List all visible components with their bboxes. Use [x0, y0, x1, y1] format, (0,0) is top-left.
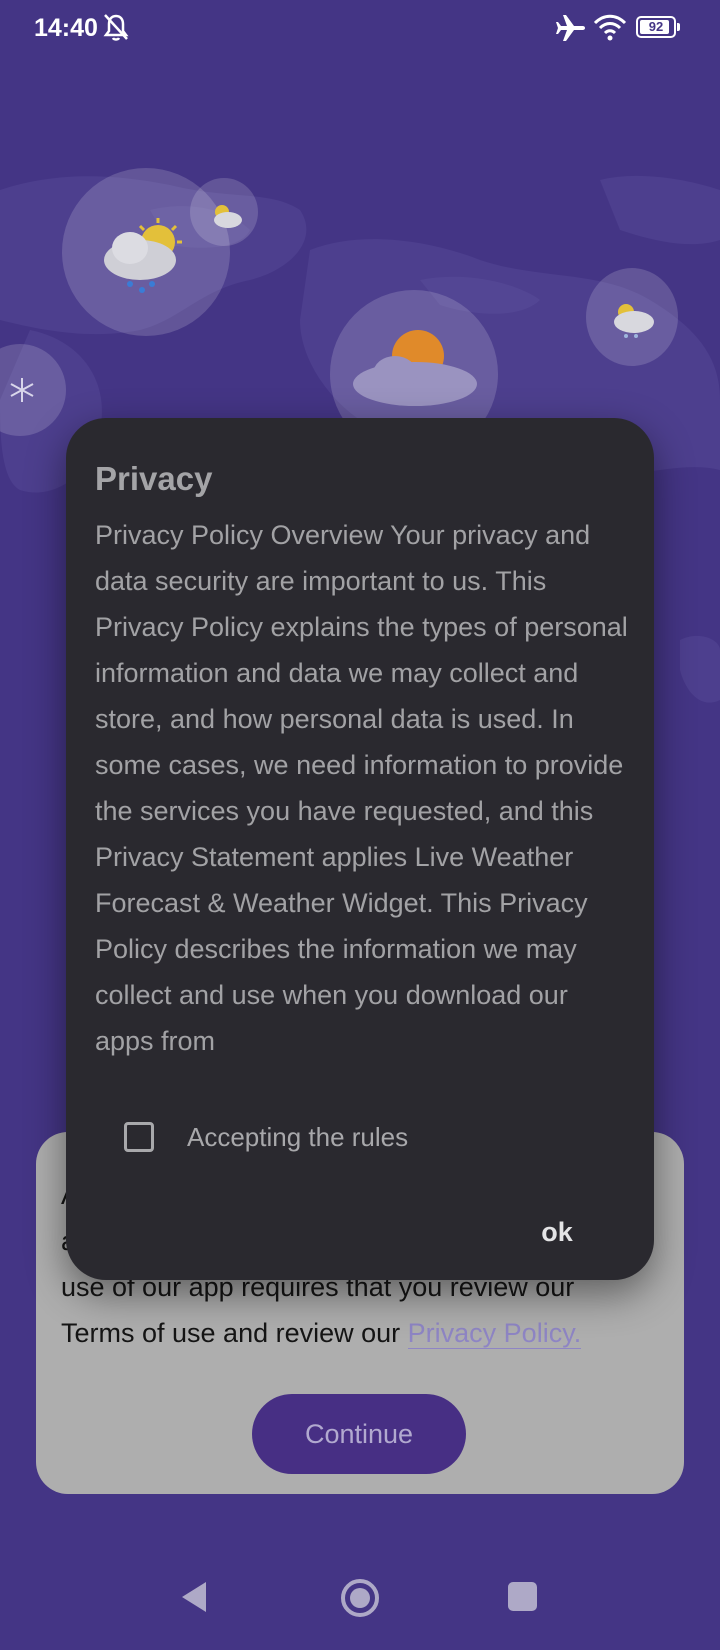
- back-icon[interactable]: [180, 1580, 210, 1614]
- status-bar: 14:40 92: [0, 0, 720, 56]
- cloud-sun-icon: [214, 205, 242, 228]
- navigation-bar: [0, 1560, 720, 1650]
- privacy-dialog: Privacy Privacy Policy Overview Your pri…: [66, 418, 654, 1280]
- accept-rules-label[interactable]: Accepting the rules: [187, 1122, 408, 1153]
- battery-icon: 92: [636, 16, 676, 38]
- accept-rules-checkbox[interactable]: [124, 1122, 154, 1152]
- dialog-title: Privacy: [95, 460, 213, 497]
- policy-scroll-area[interactable]: Privacy Policy Overview Your privacy and…: [95, 512, 630, 1086]
- wifi-icon: [593, 14, 627, 41]
- status-time: 14:40: [34, 14, 98, 42]
- cloud-sun-rain-icon: [614, 304, 654, 338]
- consent-text-line4: Terms of use and review our: [61, 1318, 408, 1348]
- battery-level: 92: [648, 19, 664, 34]
- policy-text: Privacy Policy Overview Your privacy and…: [95, 520, 628, 1056]
- battery-tip: [677, 23, 680, 31]
- rain-sun-cloud-icon: [104, 218, 182, 293]
- accept-rules-row[interactable]: Accepting the rules: [124, 1117, 484, 1157]
- home-icon[interactable]: [340, 1578, 380, 1618]
- recents-icon[interactable]: [508, 1582, 537, 1611]
- sun-cloud-icon: [353, 330, 477, 406]
- ok-button[interactable]: ok: [512, 1202, 602, 1262]
- continue-button[interactable]: Continue: [252, 1394, 466, 1474]
- bell-off-icon: [103, 14, 129, 41]
- snowflake-icon: [10, 378, 34, 402]
- airplane-icon: [556, 15, 585, 41]
- privacy-policy-link[interactable]: Privacy Policy.: [407, 1318, 582, 1349]
